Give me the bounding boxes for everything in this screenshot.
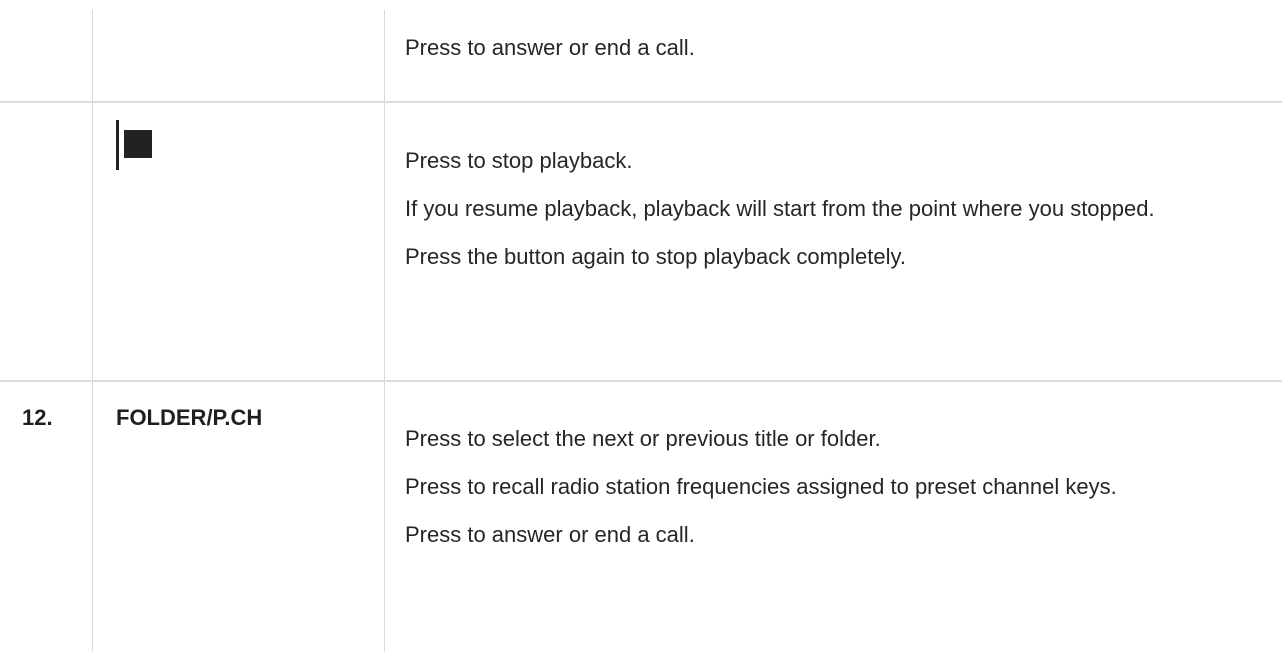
button-name: FOLDER/P.CH <box>116 405 263 430</box>
row-number: 12. <box>22 405 53 430</box>
description-line: Press to stop playback. <box>405 148 633 173</box>
table-row-description: Press to answer or end a call. <box>405 30 1265 66</box>
description-line: Press to answer or end a call. <box>405 35 695 60</box>
row-divider <box>0 380 1282 382</box>
description-line: Press the button again to stop playback … <box>405 244 906 269</box>
table-row-description: Press to stop playback. If you resume pl… <box>405 143 1265 275</box>
table-row-description: Press to select the next or previous tit… <box>405 421 1265 553</box>
column-divider <box>384 10 385 652</box>
description-line: Press to recall radio station frequencie… <box>405 474 1117 499</box>
row-divider <box>0 101 1282 103</box>
description-line: Press to select the next or previous tit… <box>405 426 881 451</box>
column-divider <box>92 10 93 652</box>
description-line: Press to answer or end a call. <box>405 522 695 547</box>
stop-icon <box>116 120 156 172</box>
controls-table: Press to answer or end a call. Press to … <box>0 0 1282 652</box>
description-line: If you resume playback, playback will st… <box>405 196 1155 221</box>
